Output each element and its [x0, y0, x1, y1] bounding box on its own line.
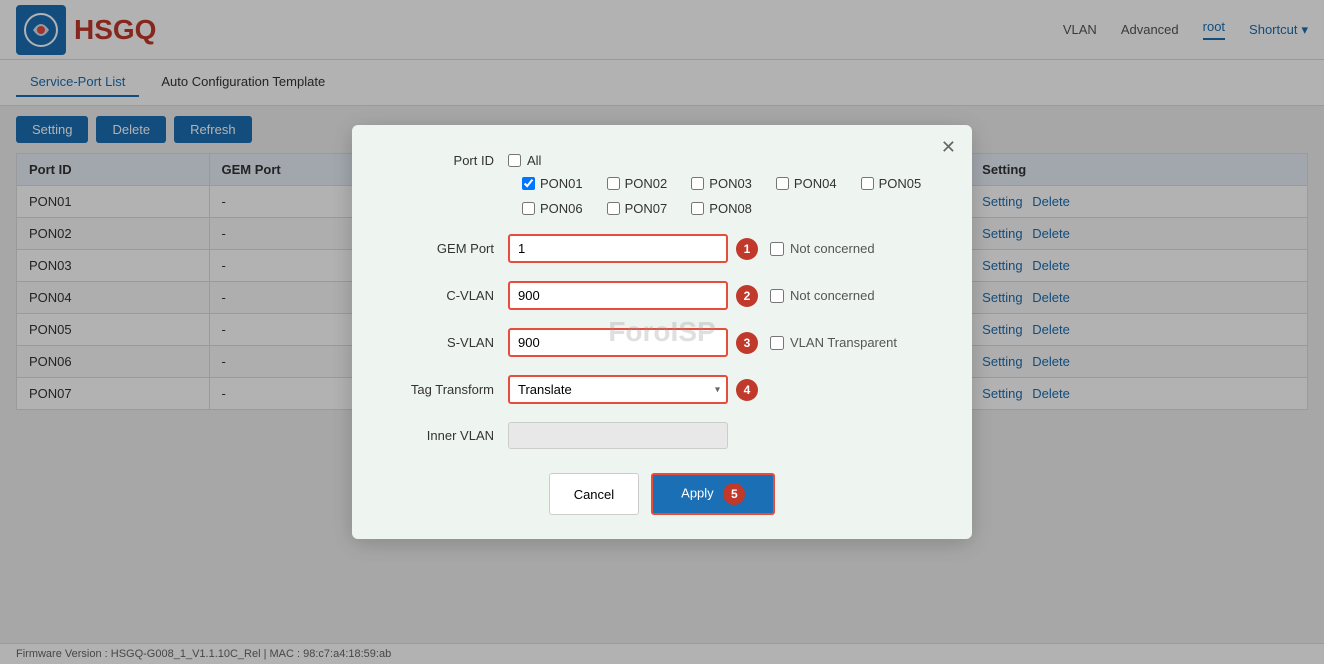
- step-3-badge: 3: [736, 332, 758, 354]
- all-checkbox-label[interactable]: All: [508, 153, 541, 168]
- modal-footer: Cancel Apply 5: [388, 473, 936, 515]
- pon-item: PON08: [691, 201, 752, 216]
- c-not-concerned-label[interactable]: Not concerned: [770, 288, 875, 303]
- pon-label-pon05: PON05: [879, 176, 922, 191]
- step-2-badge: 2: [736, 285, 758, 307]
- close-button[interactable]: ✕: [941, 137, 956, 158]
- pon-checkbox-pon03[interactable]: [691, 177, 704, 190]
- s-vlan-transparent-label[interactable]: VLAN Transparent: [770, 335, 897, 350]
- gem-port-row: GEM Port 1 Not concerned: [388, 234, 936, 263]
- gem-port-input[interactable]: [508, 234, 728, 263]
- tag-transform-row: Tag Transform Translate Add Remove Repla…: [388, 375, 936, 404]
- s-vlan-transparent-text: VLAN Transparent: [790, 335, 897, 350]
- step-4-badge: 4: [736, 379, 758, 401]
- pon-item: PON07: [607, 201, 668, 216]
- pon-label-pon02: PON02: [625, 176, 668, 191]
- pon-item: PON01: [522, 176, 583, 191]
- c-not-concerned-text: Not concerned: [790, 288, 875, 303]
- all-label: All: [527, 153, 541, 168]
- c-vlan-label: C-VLAN: [388, 288, 508, 303]
- pon-checkbox-pon01[interactable]: [522, 177, 535, 190]
- pon-label-pon01: PON01: [540, 176, 583, 191]
- gem-not-concerned-text: Not concerned: [790, 241, 875, 256]
- gem-not-concerned-checkbox[interactable]: [770, 242, 784, 256]
- s-vlan-row: S-VLAN 3 VLAN Transparent: [388, 328, 936, 357]
- pon-checkbox-pon05[interactable]: [861, 177, 874, 190]
- gem-port-label: GEM Port: [388, 241, 508, 256]
- apply-label: Apply: [681, 485, 714, 500]
- tag-transform-select[interactable]: Translate Add Remove Replace: [508, 375, 728, 404]
- c-not-concerned-checkbox[interactable]: [770, 289, 784, 303]
- s-vlan-transparent-checkbox[interactable]: [770, 336, 784, 350]
- port-id-label: Port ID: [388, 153, 508, 168]
- s-vlan-label: S-VLAN: [388, 335, 508, 350]
- pon-item: PON03: [691, 176, 752, 191]
- pon-label-pon03: PON03: [709, 176, 752, 191]
- modal: ✕ ForoISP Port ID All PON01 PON02 PON03: [352, 125, 972, 539]
- pon-label-pon07: PON07: [625, 201, 668, 216]
- pon-label-pon08: PON08: [709, 201, 752, 216]
- pon-item: PON04: [776, 176, 837, 191]
- all-checkbox[interactable]: [508, 154, 521, 167]
- pon-item: PON05: [861, 176, 922, 191]
- step-5-badge: 5: [723, 483, 745, 505]
- pon-label-pon04: PON04: [794, 176, 837, 191]
- pon-checkbox-pon08[interactable]: [691, 202, 704, 215]
- tag-transform-label: Tag Transform: [388, 382, 508, 397]
- c-vlan-row: C-VLAN 2 Not concerned: [388, 281, 936, 310]
- c-vlan-input[interactable]: [508, 281, 728, 310]
- pon-checkbox-pon02[interactable]: [607, 177, 620, 190]
- pon-checkbox-pon04[interactable]: [776, 177, 789, 190]
- tag-transform-wrapper: Translate Add Remove Replace ▾: [508, 375, 728, 404]
- pon-grid: PON01 PON02 PON03 PON04 PON05 PON06 PON0…: [522, 176, 936, 216]
- pon-label-pon06: PON06: [540, 201, 583, 216]
- inner-vlan-input[interactable]: [508, 422, 728, 449]
- pon-checkbox-pon07[interactable]: [607, 202, 620, 215]
- inner-vlan-row: Inner VLAN: [388, 422, 936, 449]
- step-1-badge: 1: [736, 238, 758, 260]
- inner-vlan-label: Inner VLAN: [388, 428, 508, 443]
- pon-checkbox-pon06[interactable]: [522, 202, 535, 215]
- pon-item: PON02: [607, 176, 668, 191]
- apply-button[interactable]: Apply 5: [651, 473, 775, 515]
- modal-overlay: ✕ ForoISP Port ID All PON01 PON02 PON03: [0, 0, 1324, 664]
- gem-not-concerned-label[interactable]: Not concerned: [770, 241, 875, 256]
- port-id-section: Port ID All PON01 PON02 PON03 PON04 PON0…: [388, 153, 936, 216]
- pon-item: PON06: [522, 201, 583, 216]
- s-vlan-input[interactable]: [508, 328, 728, 357]
- cancel-button[interactable]: Cancel: [549, 473, 639, 515]
- port-id-row: Port ID All: [388, 153, 936, 168]
